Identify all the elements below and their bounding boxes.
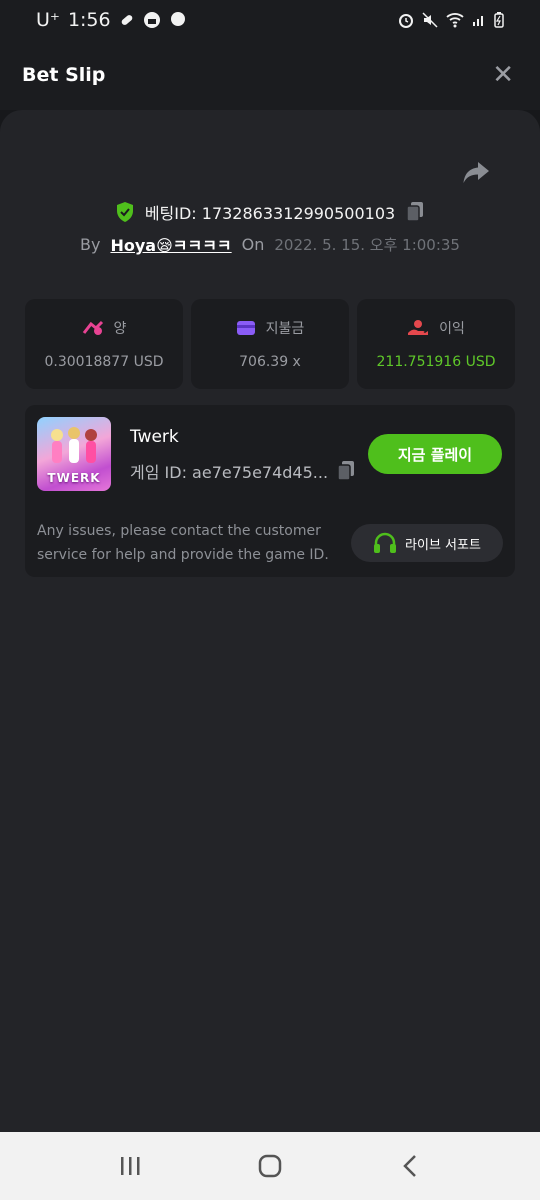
- status-left: U⁺ 1:56: [36, 9, 187, 31]
- stat-profit: 이익 211.751916 USD: [357, 299, 515, 389]
- stat-amount-label: 양: [113, 321, 127, 337]
- alarm-icon: [399, 14, 413, 28]
- game-art-figures: [51, 427, 97, 463]
- wifi-icon: [446, 13, 464, 28]
- support-help-text: Any issues, please contact the customer …: [37, 523, 329, 563]
- stat-amount: 양 0.30018877 USD: [25, 299, 183, 389]
- wallet-icon: [236, 321, 255, 335]
- headset-icon: [374, 532, 397, 553]
- lock-badge-icon: [143, 12, 160, 28]
- live-support-label: 라이브 서포트: [405, 537, 481, 553]
- bet-date: 2022. 5. 15. 오후 1:00:35: [274, 235, 460, 254]
- status-right: [398, 12, 504, 28]
- live-support-button[interactable]: 라이브 서포트: [351, 524, 503, 562]
- bet-id-row: 베팅ID: 1732863312990500103: [0, 200, 540, 224]
- battery-icon: [494, 12, 504, 28]
- chat-bubble-icon: [170, 12, 185, 26]
- profit-hand-icon: [408, 320, 429, 335]
- share-icon[interactable]: [462, 160, 490, 186]
- copy-icon[interactable]: [336, 460, 356, 482]
- stat-payout-value: 706.39 x: [239, 354, 301, 370]
- stat-amount-value: 0.30018877 USD: [44, 354, 164, 370]
- back-icon: [403, 1155, 416, 1177]
- game-card: TWERK Twerk 게임 ID: ae7e75e74d45... 지금 플레…: [25, 405, 515, 577]
- signal-icon: [473, 16, 483, 26]
- home-icon: [258, 1154, 282, 1178]
- bet-owner-row: By Hoya😪ㅋㅋㅋㅋ On 2022. 5. 15. 오후 1:00:35: [0, 232, 540, 256]
- carrier-label: U⁺: [36, 9, 60, 31]
- bet-slip-panel: 베팅ID: 1732863312990500103 By Hoya😪ㅋㅋㅋㅋ O…: [0, 110, 540, 1132]
- game-thumbnail-title: TWERK: [47, 471, 101, 485]
- game-id-row: 게임 ID: ae7e75e74d45...: [130, 459, 356, 483]
- game-thumbnail[interactable]: TWERK: [37, 417, 111, 491]
- game-id-text: 게임 ID: ae7e75e74d45...: [130, 463, 329, 482]
- copy-icon[interactable]: [405, 201, 425, 223]
- amount-icon: [82, 320, 103, 335]
- stat-profit-value: 211.751916 USD: [376, 354, 496, 370]
- home-button[interactable]: [240, 1146, 300, 1186]
- stat-payout-label: 지불금: [265, 321, 305, 337]
- status-bar: U⁺ 1:56: [0, 0, 540, 40]
- on-label: On: [241, 234, 265, 254]
- system-nav-bar: [0, 1132, 540, 1200]
- pill-icon: [121, 15, 132, 25]
- page-title: Bet Slip: [22, 64, 106, 86]
- game-name: Twerk: [130, 427, 179, 447]
- back-button[interactable]: [380, 1146, 440, 1186]
- by-label: By: [80, 234, 101, 254]
- close-button[interactable]: ✕: [492, 62, 514, 88]
- clock: 1:56: [67, 9, 111, 31]
- play-now-button[interactable]: 지금 플레이: [368, 434, 502, 474]
- recent-apps-icon: [121, 1157, 140, 1175]
- recent-apps-button[interactable]: [100, 1146, 160, 1186]
- username-link[interactable]: Hoya😪ㅋㅋㅋㅋ: [110, 232, 231, 256]
- bet-slip-header: Bet Slip ✕: [0, 40, 540, 110]
- verified-shield-icon: [116, 202, 133, 222]
- mute-icon: [422, 12, 438, 28]
- stat-profit-label: 이익: [439, 321, 465, 337]
- bet-stats: 양 0.30018877 USD 지불금 706.39 x 이익 211.751…: [25, 299, 515, 389]
- stat-payout: 지불금 706.39 x: [191, 299, 349, 389]
- bet-id-text: 베팅ID: 1732863312990500103: [144, 204, 396, 223]
